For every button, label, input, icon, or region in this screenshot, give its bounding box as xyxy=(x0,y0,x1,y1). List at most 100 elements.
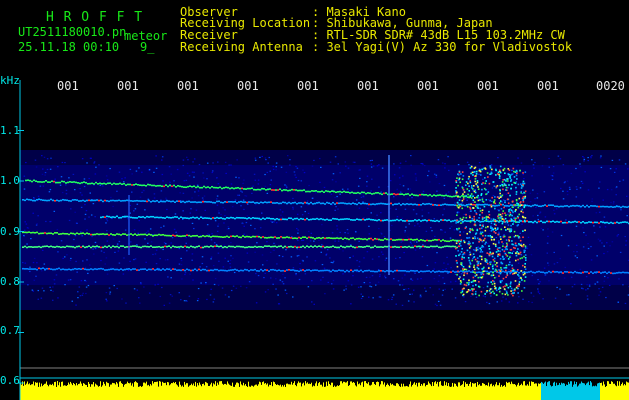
level-bar-column xyxy=(484,383,485,400)
trace-pixel xyxy=(262,217,264,220)
trace-pixel xyxy=(52,199,54,202)
noise-pixel xyxy=(201,197,204,199)
trace-pixel xyxy=(463,195,465,197)
level-bar-column xyxy=(32,384,33,400)
freq-tick-label: 0.7 xyxy=(0,324,20,337)
trace-pixel xyxy=(214,201,216,204)
trace-pixel xyxy=(145,184,147,187)
noise-pixel xyxy=(319,157,321,160)
noise-pixel xyxy=(295,165,297,168)
trace-pixel xyxy=(433,194,435,196)
noise-pixel xyxy=(191,253,194,255)
trace-pixel xyxy=(336,270,338,272)
trace-pixel xyxy=(423,194,425,196)
trace-pixel xyxy=(216,235,218,238)
level-bar-column xyxy=(534,383,535,400)
level-bar-column xyxy=(476,386,477,400)
burst-pixel xyxy=(484,243,486,245)
burst-pixel xyxy=(495,289,498,292)
trace-pixel xyxy=(428,202,430,205)
burst-pixel xyxy=(489,251,492,254)
trace-pixel xyxy=(140,200,142,202)
noise-pixel xyxy=(367,207,369,210)
noise-pixel xyxy=(548,157,550,160)
trace-pixel xyxy=(95,181,97,184)
burst-pixel xyxy=(480,233,483,235)
noise-pixel xyxy=(611,159,614,161)
trace-pixel xyxy=(440,204,442,206)
trace-pixel xyxy=(94,233,96,236)
burst-pixel xyxy=(524,247,527,249)
noise-pixel xyxy=(495,240,498,242)
noise-pixel xyxy=(296,213,299,215)
level-bar-column xyxy=(84,383,85,400)
burst-pixel xyxy=(470,172,472,175)
trace-pixel xyxy=(466,270,468,273)
noise-pixel xyxy=(537,278,539,281)
level-bar-column xyxy=(493,384,494,400)
noise-pixel xyxy=(568,186,571,188)
trace-pixel xyxy=(320,245,322,248)
burst-pixel xyxy=(485,241,487,244)
trace-pixel xyxy=(210,269,212,271)
trace-pixel xyxy=(260,245,262,248)
trace-pixel xyxy=(171,185,173,188)
burst-pixel xyxy=(495,229,497,231)
burst-pixel xyxy=(511,252,514,255)
trace-pixel xyxy=(418,271,420,273)
level-bar-column xyxy=(305,381,306,400)
noise-pixel xyxy=(421,215,424,217)
noise-pixel xyxy=(449,227,451,230)
burst-pixel xyxy=(480,193,483,195)
trace-pixel xyxy=(536,271,538,273)
trace-pixel xyxy=(500,203,502,206)
noise-pixel xyxy=(286,155,289,157)
trace-pixel xyxy=(292,237,294,240)
burst-pixel xyxy=(516,224,519,227)
noise-pixel xyxy=(217,183,220,185)
freq-tick-label: 1.0 xyxy=(0,174,20,187)
trace-pixel xyxy=(436,219,438,222)
trace-pixel xyxy=(289,189,291,192)
trace-pixel xyxy=(124,199,126,202)
burst-pixel xyxy=(462,278,465,281)
trace-pixel xyxy=(167,185,169,188)
noise-pixel xyxy=(332,260,335,262)
trace-pixel xyxy=(414,203,416,206)
trace-pixel xyxy=(430,271,432,273)
level-bar-column xyxy=(209,385,210,400)
level-bar-column xyxy=(615,385,616,400)
noise-pixel xyxy=(378,164,380,166)
noise-pixel xyxy=(42,185,45,187)
noise-pixel xyxy=(307,286,310,288)
burst-pixel xyxy=(519,169,521,172)
trace-pixel xyxy=(614,206,616,208)
level-bar-column xyxy=(555,385,556,400)
level-bar-column xyxy=(568,381,569,400)
noise-pixel xyxy=(591,198,594,200)
level-bar-column xyxy=(238,383,239,400)
noise-pixel xyxy=(218,212,220,214)
burst-pixel xyxy=(520,270,523,272)
trace-pixel xyxy=(586,271,588,273)
burst-pixel xyxy=(513,217,515,220)
trace-pixel xyxy=(416,245,418,248)
noise-pixel xyxy=(368,225,370,227)
trace-pixel xyxy=(190,217,192,219)
level-bar-column xyxy=(113,383,114,400)
trace-pixel xyxy=(304,236,306,239)
trace-pixel xyxy=(195,186,197,189)
noise-pixel xyxy=(416,241,418,243)
noise-pixel xyxy=(268,156,271,159)
trace-pixel xyxy=(131,184,133,186)
trace-pixel xyxy=(618,271,620,274)
noise-pixel xyxy=(203,177,205,179)
noise-pixel xyxy=(612,201,615,203)
burst-pixel xyxy=(505,269,507,272)
level-bar-column xyxy=(451,386,452,400)
level-bar-column xyxy=(524,381,525,400)
level-bar-column xyxy=(326,381,327,400)
trace-pixel xyxy=(398,238,400,241)
noise-pixel xyxy=(520,254,523,256)
noise-pixel xyxy=(625,244,627,246)
